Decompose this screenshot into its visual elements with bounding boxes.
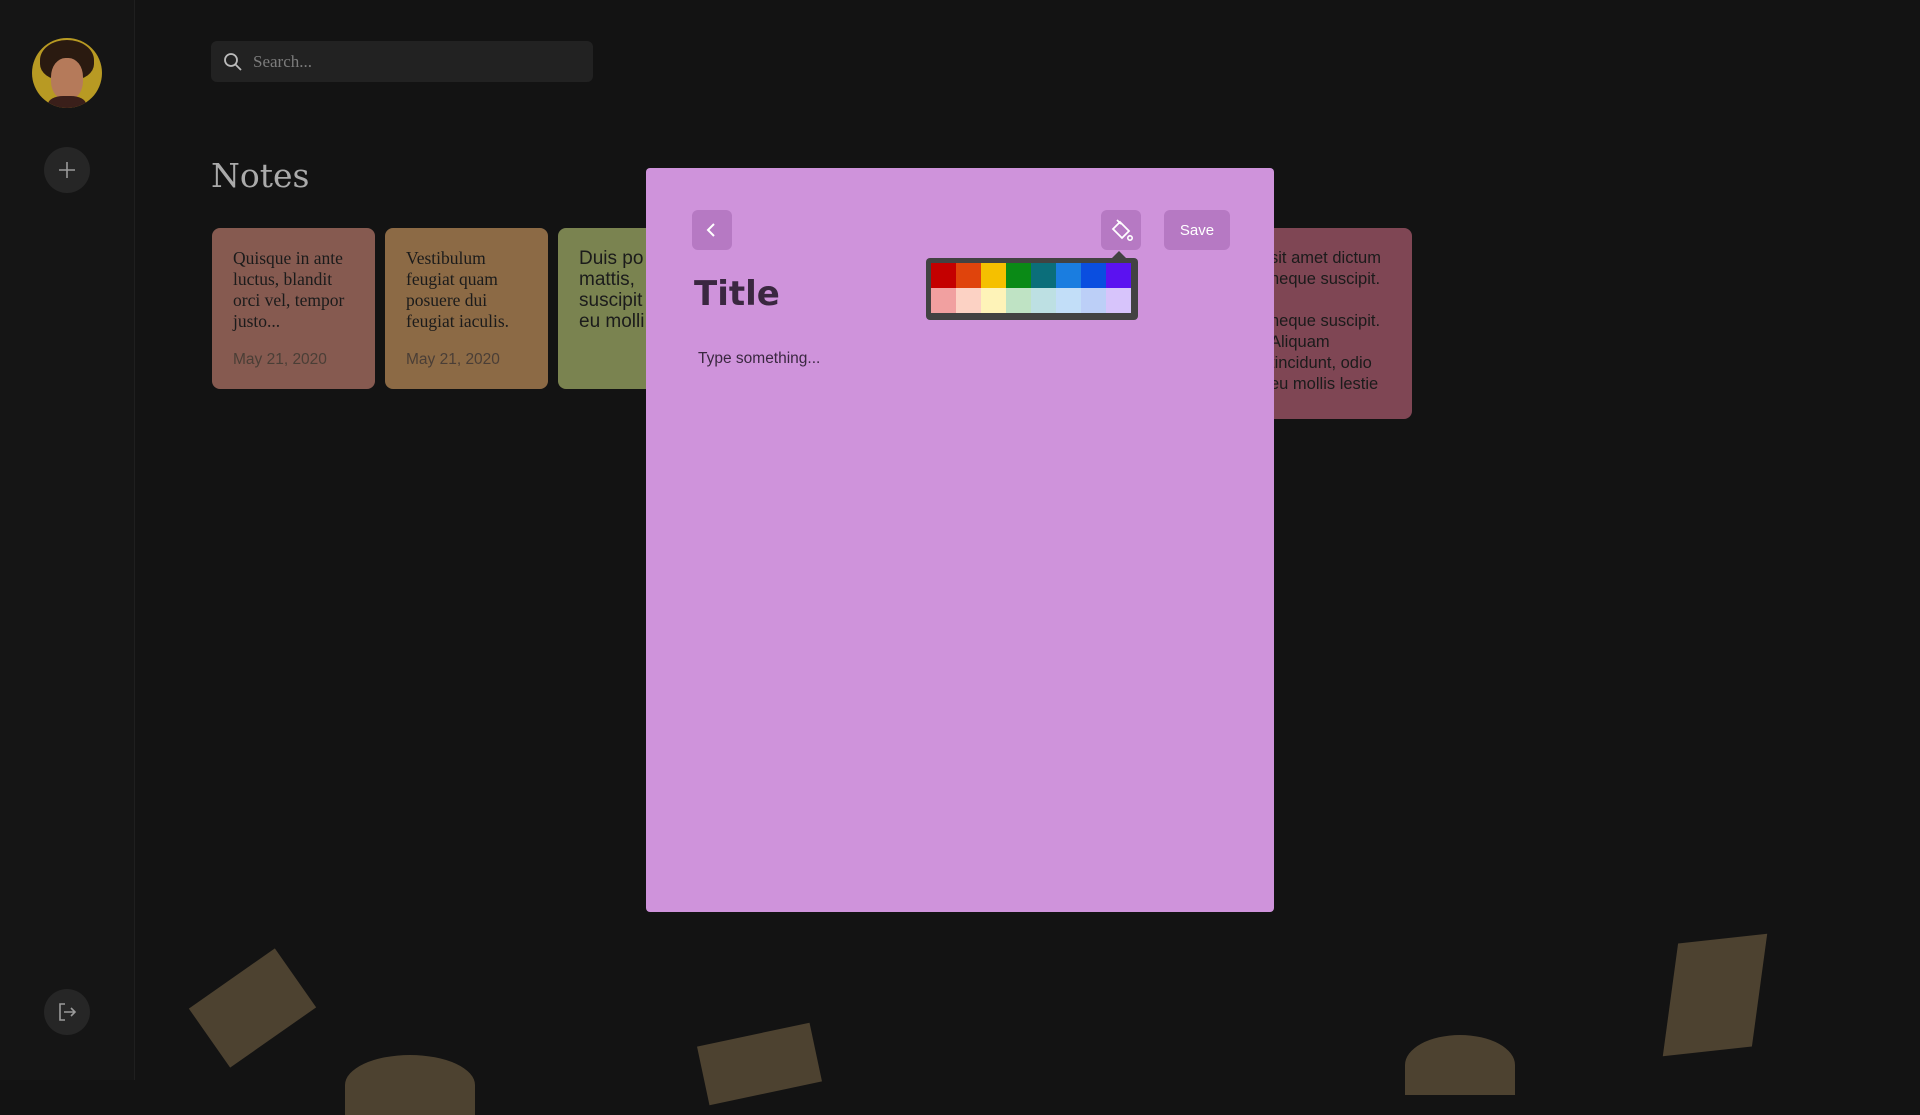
color-swatch[interactable] (1006, 263, 1031, 288)
color-swatch[interactable] (931, 263, 956, 288)
color-swatch[interactable] (1006, 288, 1031, 313)
color-swatch[interactable] (1081, 263, 1106, 288)
save-button[interactable]: Save (1164, 210, 1230, 250)
plus-icon (59, 162, 75, 178)
decorative-shape (1662, 933, 1768, 1057)
chevron-left-icon (706, 223, 715, 237)
color-picker-button[interactable] (1101, 210, 1141, 250)
avatar[interactable] (32, 38, 102, 108)
search-input[interactable] (251, 50, 575, 73)
color-swatch[interactable] (1056, 263, 1081, 288)
color-swatch[interactable] (1106, 288, 1131, 313)
note-date: May 21, 2020 (406, 351, 500, 368)
notes-heading: Notes (211, 156, 310, 195)
decorative-shape (188, 948, 317, 1068)
avatar-face (51, 58, 83, 100)
color-swatch[interactable] (1056, 288, 1081, 313)
sidebar (0, 0, 135, 1080)
note-date: May 21, 2020 (233, 351, 327, 368)
logout-icon (59, 1003, 77, 1021)
note-text: Vestibulum feugiat quam posuere dui feug… (406, 248, 510, 331)
avatar-body (48, 96, 86, 108)
color-swatch[interactable] (956, 263, 981, 288)
note-body-input[interactable]: Type something... (698, 350, 820, 368)
logout-button[interactable] (44, 989, 90, 1035)
note-editor-modal: Save Title Type something... (646, 168, 1274, 912)
color-swatch[interactable] (1081, 288, 1106, 313)
color-swatch[interactable] (931, 288, 956, 313)
add-note-button[interactable] (44, 147, 90, 193)
color-swatch[interactable] (1106, 263, 1131, 288)
color-swatch[interactable] (1031, 263, 1056, 288)
note-title-input[interactable]: Title (694, 274, 780, 314)
paint-bucket-icon (1111, 219, 1133, 241)
search-bar (211, 41, 593, 82)
decorative-shape (1405, 1035, 1515, 1095)
color-swatch[interactable] (956, 288, 981, 313)
note-card[interactable]: Quisque in ante luctus, blandit orci vel… (212, 228, 375, 389)
decorative-shape (697, 1022, 822, 1106)
note-card[interactable]: Vestibulum feugiat quam posuere dui feug… (385, 228, 548, 389)
color-swatch[interactable] (981, 288, 1006, 313)
back-button[interactable] (692, 210, 732, 250)
decorative-shape (345, 1055, 475, 1115)
color-palette (926, 251, 1138, 320)
note-text: Quisque in ante luctus, blandit orci vel… (233, 248, 345, 331)
note-text: sit amet dictum neque suscipit. neque su… (1270, 249, 1381, 393)
search-icon (223, 51, 245, 73)
color-swatch[interactable] (981, 263, 1006, 288)
color-swatch[interactable] (1031, 288, 1056, 313)
